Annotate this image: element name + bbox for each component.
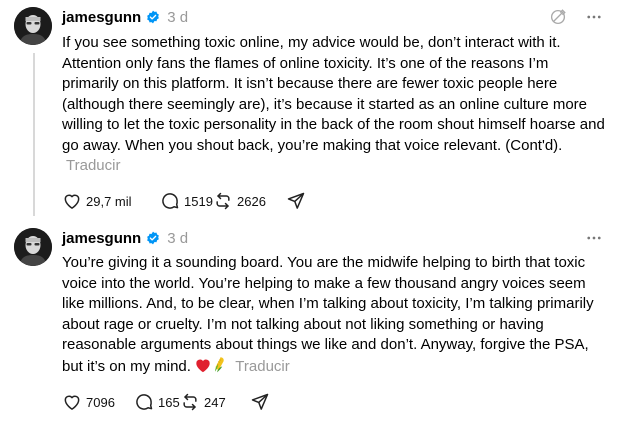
post-text-content: If you see something toxic online, my ad…	[62, 34, 605, 154]
reply-button[interactable]: 1519	[160, 191, 213, 211]
repost-count: 247	[204, 394, 226, 410]
repost-button[interactable]: 2626	[213, 191, 286, 211]
post-2: jamesgunn 3 d You’re giving it a soundin…	[0, 222, 623, 423]
heart-icon	[64, 395, 80, 410]
like-button[interactable]: 29,7 mil	[62, 191, 160, 211]
username[interactable]: jamesgunn	[62, 9, 141, 26]
repost-count: 2626	[237, 193, 266, 209]
not-interested-icon[interactable]	[547, 6, 569, 28]
more-options-icon[interactable]	[583, 6, 605, 28]
post-top-actions	[547, 6, 605, 28]
translate-link[interactable]: Traducir	[66, 157, 120, 174]
reply-button[interactable]: 165	[134, 392, 180, 412]
verified-badge-icon	[146, 231, 160, 245]
post-actions: 29,7 mil 1519 2626	[62, 191, 306, 211]
avatar[interactable]	[14, 7, 52, 45]
verified-badge-icon	[146, 10, 160, 24]
corn-icon	[211, 356, 227, 380]
post-1: jamesgunn 3 d If you see something toxic…	[0, 0, 623, 222]
comment-icon	[136, 394, 153, 410]
reply-count: 165	[158, 394, 180, 410]
post-text-content: You’re giving it a sounding board. You a…	[62, 254, 594, 375]
send-icon	[287, 192, 305, 209]
avatar[interactable]	[14, 228, 52, 266]
post-time: 3 d	[167, 229, 189, 247]
post-header: jamesgunn 3 d	[62, 8, 188, 26]
translate-link[interactable]: Traducir	[235, 358, 289, 375]
avatar-image	[14, 228, 52, 266]
username[interactable]: jamesgunn	[62, 230, 141, 247]
send-icon	[251, 393, 269, 410]
post-top-actions	[583, 227, 605, 249]
share-button[interactable]	[250, 392, 270, 412]
post-text: You’re giving it a sounding board. You a…	[62, 253, 607, 379]
more-options-icon[interactable]	[583, 227, 605, 249]
post-actions: 7096 165 247	[62, 392, 270, 412]
comment-icon	[162, 193, 179, 209]
like-count: 29,7 mil	[86, 193, 132, 209]
post-header: jamesgunn 3 d	[62, 229, 188, 247]
repost-button[interactable]: 247	[180, 392, 250, 412]
repost-icon	[216, 192, 230, 210]
avatar-image	[14, 7, 52, 45]
reply-count: 1519	[184, 193, 213, 209]
red-heart-icon	[195, 358, 211, 380]
like-count: 7096	[86, 394, 115, 410]
thread-connector-line	[33, 53, 35, 216]
share-button[interactable]	[286, 191, 306, 211]
heart-icon	[64, 194, 80, 209]
post-text: If you see something toxic online, my ad…	[62, 33, 607, 177]
repost-icon	[183, 393, 197, 411]
like-button[interactable]: 7096	[62, 392, 134, 412]
post-time: 3 d	[167, 8, 189, 26]
